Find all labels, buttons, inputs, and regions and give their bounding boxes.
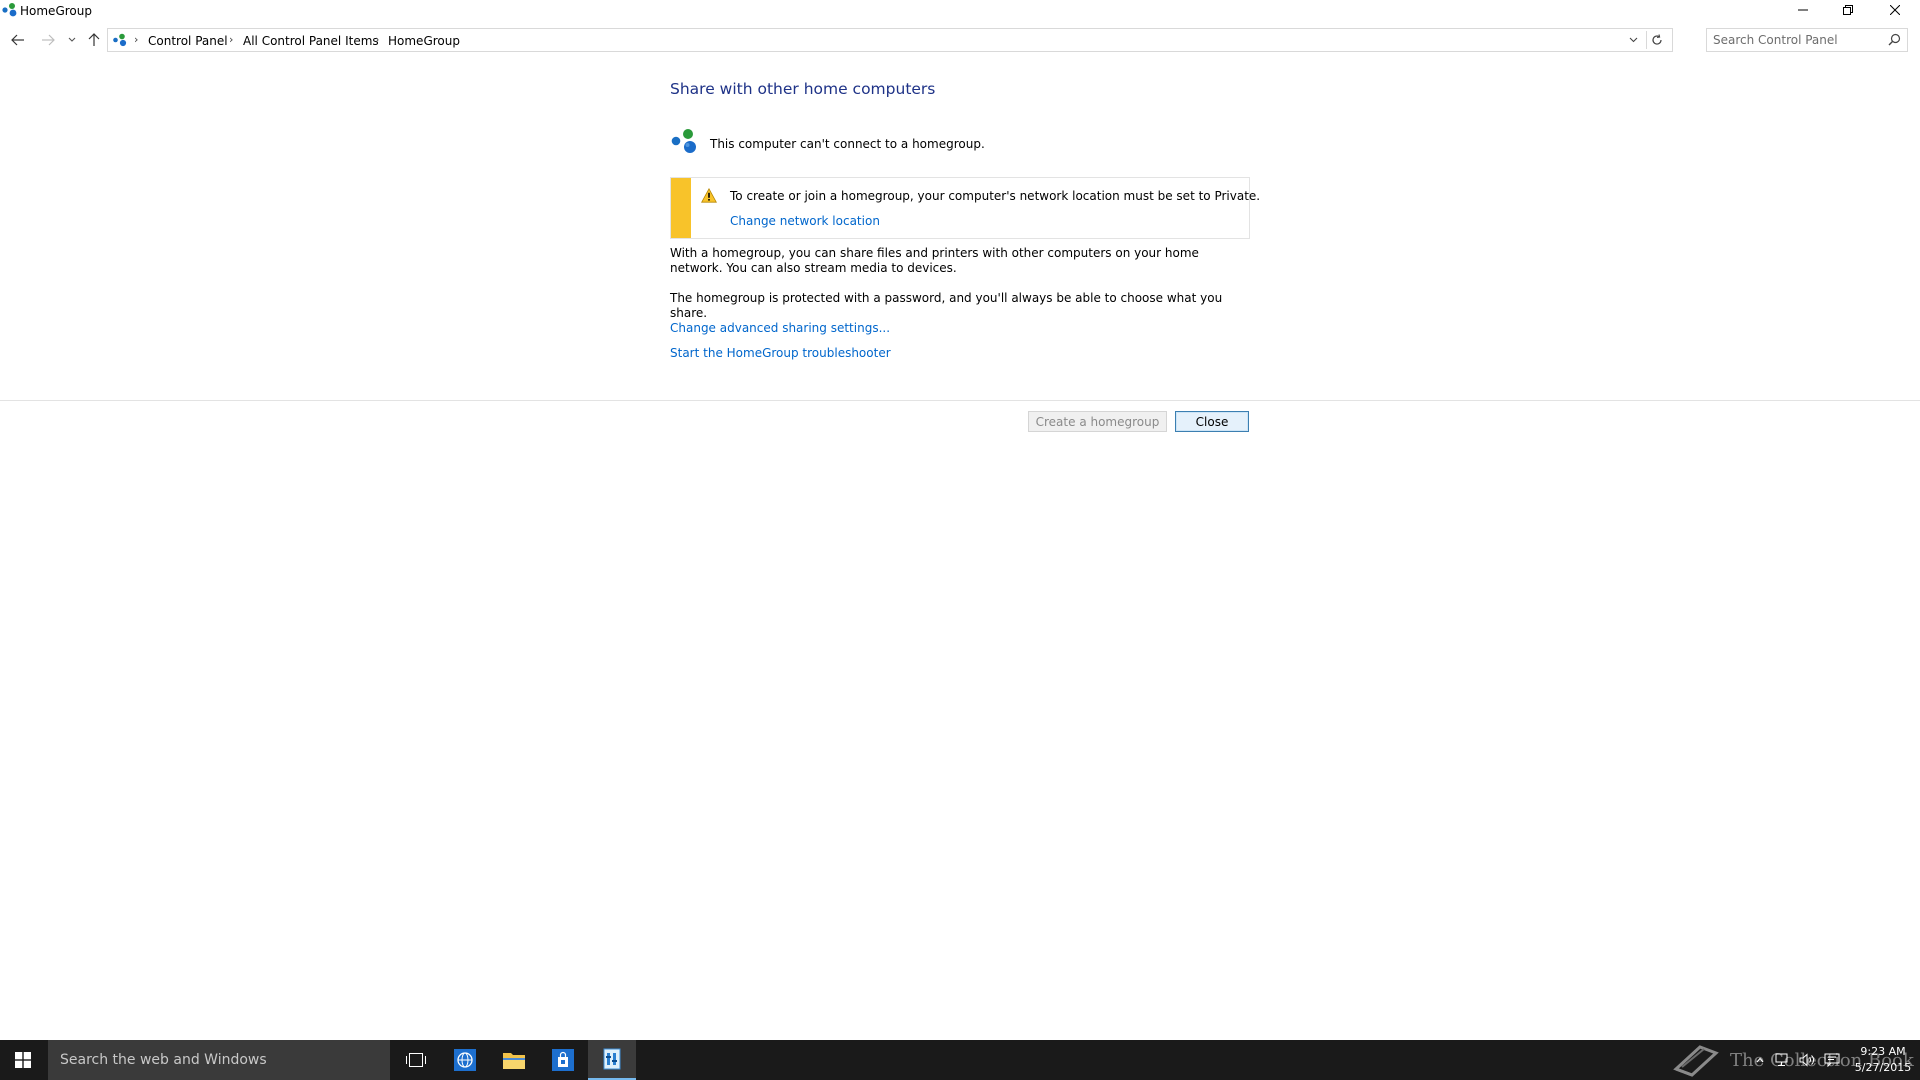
status-message: This computer can't connect to a homegro… — [710, 137, 985, 151]
refresh-button[interactable] — [1646, 31, 1667, 49]
warning-accent-bar — [671, 178, 691, 238]
change-network-location-link[interactable]: Change network location — [730, 214, 880, 228]
breadcrumb-separator-icon: › — [134, 33, 139, 46]
book-watermark-icon — [1673, 1045, 1719, 1077]
chevron-down-icon — [1629, 37, 1637, 43]
homegroup-app-icon — [2, 3, 17, 17]
folder-icon — [503, 1053, 525, 1069]
action-center-button[interactable] — [1822, 1040, 1842, 1080]
browser-taskbar-button[interactable] — [441, 1040, 489, 1080]
taskbar-search-box[interactable]: Search the web and Windows — [48, 1040, 390, 1080]
control-panel-icon — [603, 1048, 621, 1070]
arrow-up-icon — [88, 33, 100, 46]
button-area-divider — [0, 400, 1920, 401]
store-taskbar-button[interactable] — [539, 1040, 587, 1080]
breadcrumb-homegroup[interactable]: HomeGroup — [388, 34, 460, 48]
globe-icon — [454, 1049, 476, 1071]
breadcrumb-all-control-panel-items[interactable]: All Control Panel Items — [243, 34, 379, 48]
refresh-icon — [1652, 34, 1662, 45]
task-view-icon — [406, 1053, 426, 1067]
password-description: The homegroup is protected with a passwo… — [670, 291, 1223, 320]
back-button[interactable] — [8, 30, 28, 50]
chevron-up-icon — [1756, 1057, 1764, 1063]
minimize-icon — [1798, 9, 1808, 11]
homegroup-location-icon — [113, 33, 127, 47]
close-window-button[interactable] — [1872, 0, 1918, 20]
volume-tray-button[interactable] — [1797, 1040, 1817, 1080]
arrow-left-icon — [11, 34, 24, 46]
forward-button[interactable] — [38, 30, 58, 50]
network-location-warning: To create or join a homegroup, your comp… — [670, 177, 1260, 239]
restore-button[interactable] — [1825, 0, 1871, 20]
search-box[interactable] — [1706, 28, 1908, 52]
clock-time: 9:23 AM — [1860, 1045, 1906, 1058]
speaker-icon — [1799, 1053, 1814, 1067]
close-icon — [1890, 5, 1900, 15]
window-title: HomeGroup — [20, 4, 92, 18]
up-button[interactable] — [84, 30, 104, 50]
notification-icon — [1824, 1053, 1840, 1067]
chevron-down-icon — [68, 37, 76, 42]
taskbar-search-placeholder: Search the web and Windows — [60, 1052, 267, 1068]
homegroup-icon — [671, 129, 696, 153]
create-homegroup-button[interactable]: Create a homegroup — [1028, 411, 1167, 432]
restore-icon — [1843, 5, 1853, 15]
taskbar: Search the web and Windows The Collectio… — [0, 1040, 1920, 1080]
breadcrumb-separator-icon[interactable]: › — [375, 33, 379, 46]
search-input[interactable] — [1713, 32, 1883, 48]
advanced-sharing-settings-link[interactable]: Change advanced sharing settings... — [670, 321, 890, 335]
close-button[interactable]: Close — [1175, 411, 1249, 432]
address-history-dropdown[interactable] — [1624, 31, 1642, 49]
control-panel-taskbar-button[interactable] — [588, 1040, 636, 1080]
task-view-button[interactable] — [392, 1040, 440, 1080]
show-hidden-icons-button[interactable] — [1752, 1040, 1768, 1080]
network-tray-button[interactable] — [1773, 1040, 1793, 1080]
page-title: Share with other home computers — [670, 80, 936, 98]
address-bar[interactable]: › Control Panel › All Control Panel Item… — [107, 28, 1673, 52]
warning-icon — [701, 188, 717, 203]
homegroup-status: This computer can't connect to a homegro… — [670, 128, 1250, 158]
breadcrumb-control-panel[interactable]: Control Panel — [148, 34, 228, 48]
title-bar: HomeGroup — [0, 0, 1920, 22]
arrow-right-icon — [42, 34, 55, 46]
taskbar-clock[interactable]: 9:23 AM 5/27/2015 — [1848, 1044, 1918, 1076]
search-icon[interactable] — [1888, 33, 1901, 46]
homegroup-troubleshooter-link[interactable]: Start the HomeGroup troubleshooter — [670, 346, 891, 360]
file-explorer-taskbar-button[interactable] — [490, 1040, 538, 1080]
warning-message: To create or join a homegroup, your comp… — [730, 189, 1261, 203]
recent-locations-button[interactable] — [62, 30, 82, 50]
clock-date: 5/27/2015 — [1854, 1061, 1912, 1074]
store-bag-icon — [552, 1049, 574, 1071]
network-icon — [1775, 1053, 1788, 1066]
navigation-bar: › Control Panel › All Control Panel Item… — [0, 26, 1920, 54]
homegroup-description: With a homegroup, you can share files an… — [670, 246, 1199, 275]
start-button[interactable] — [0, 1040, 46, 1080]
minimize-button[interactable] — [1780, 0, 1826, 20]
breadcrumb-separator-icon[interactable]: › — [229, 33, 233, 46]
windows-logo-icon — [15, 1052, 31, 1068]
